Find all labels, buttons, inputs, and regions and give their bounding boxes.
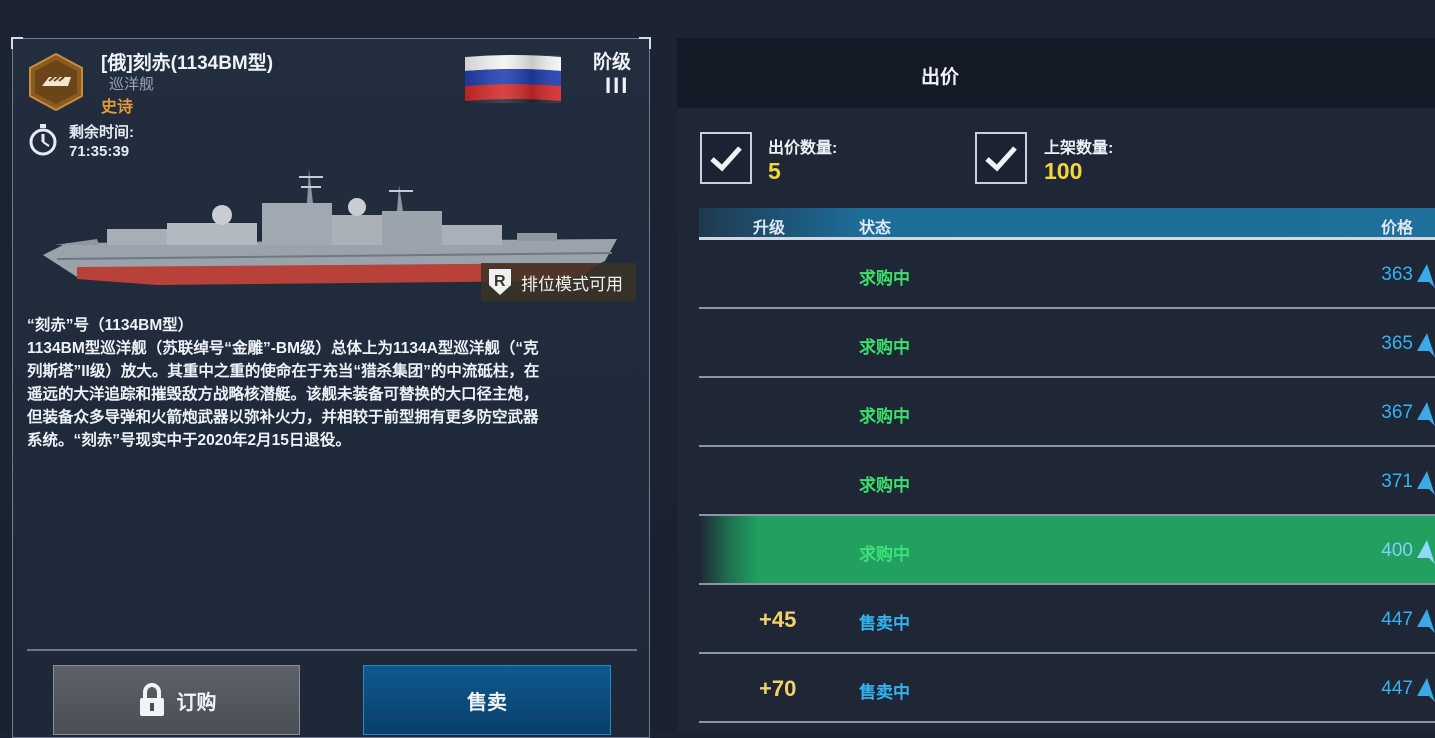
offer-row[interactable]: +45 售卖中 447 — [699, 585, 1435, 654]
ship-info-panel: [俄]刻赤(1134BM型) 巡洋舰 史诗 阶级 III 剩余时间: 71:35… — [11, 37, 651, 738]
offer-row[interactable]: 求购中 367 — [699, 378, 1435, 447]
checkbox-check-icon — [985, 146, 1017, 172]
ranked-mode-label: 排位模式可用 — [521, 274, 623, 294]
stopwatch-icon — [29, 124, 57, 156]
divider — [27, 649, 637, 651]
bid-quantity-label: 出价数量: — [768, 140, 838, 157]
currency-gem-icon — [1417, 264, 1435, 288]
column-header-status: 状态 — [859, 220, 892, 237]
offer-status: 求购中 — [859, 476, 910, 495]
corner-decoration — [11, 37, 23, 49]
ship-class: 巡洋舰 — [109, 76, 155, 93]
offer-price: 363 — [1381, 264, 1413, 285]
currency-gem-icon — [1417, 540, 1435, 564]
tier-value: III — [605, 73, 630, 98]
offer-price: 400 — [1381, 540, 1413, 561]
sell-button[interactable]: 售卖 — [363, 665, 611, 735]
offer-price: 367 — [1381, 402, 1413, 423]
offer-price: 447 — [1381, 609, 1413, 630]
currency-gem-icon — [1417, 609, 1435, 633]
order-button-label: 订购 — [176, 691, 217, 714]
lock-icon — [139, 683, 164, 716]
column-header-price: 价格 — [1380, 220, 1413, 237]
listed-quantity-value: 100 — [1044, 158, 1083, 184]
ranked-r-icon: R — [489, 269, 511, 295]
column-header-upgrade: 升级 — [753, 220, 786, 237]
bid-header: 出价 — [677, 38, 1435, 108]
russia-flag-icon — [465, 55, 561, 103]
remaining-time-value: 71:35:39 — [69, 143, 130, 160]
description-line: 列斯塔”II级）放大。其重中之重的使命在于充当“猎杀集团”的中流砥柱，在 — [27, 363, 540, 380]
currency-gem-icon — [1417, 678, 1435, 702]
offer-upgrade: +70 — [759, 676, 797, 701]
svg-text:R: R — [494, 273, 506, 290]
offer-row[interactable]: +70 售卖中 447 — [699, 654, 1435, 723]
offer-row[interactable]: 求购中 365 — [699, 309, 1435, 378]
offer-price: 371 — [1381, 471, 1413, 492]
ship-name: [俄]刻赤(1134BM型) — [101, 53, 274, 74]
bid-quantity-checkbox[interactable] — [700, 132, 752, 184]
offer-price: 447 — [1381, 678, 1413, 699]
offer-row[interactable]: 求购中 363 — [699, 240, 1435, 309]
description-line: 1134BM型巡洋舰（苏联绰号“金雕”-BM级）总体上为1134A型巡洋舰（“克 — [27, 340, 539, 357]
order-button[interactable]: 订购 — [53, 665, 300, 735]
ranked-mode-badge: R 排位模式可用 — [481, 263, 636, 301]
offer-upgrade: +45 — [759, 607, 797, 632]
description-line: 系统。“刻赤”号现实中于2020年2月15日退役。 — [27, 432, 351, 449]
bid-panel: 出价 出价数量: 5 上架数量: 100 升级 状态 价格 求购中 363 求购中 3… — [677, 38, 1435, 731]
bid-title: 出价 — [921, 67, 960, 88]
currency-gem-icon — [1417, 471, 1435, 495]
currency-gem-icon — [1417, 333, 1435, 357]
listed-quantity-label: 上架数量: — [1044, 140, 1114, 157]
ship-description: “刻赤”号（1134BM型） 1134BM型巡洋舰（苏联绰号“金雕”-BM级）总… — [27, 314, 645, 452]
offer-row[interactable]: 求购中 371 — [699, 447, 1435, 516]
rarity-badge-icon — [29, 53, 83, 111]
currency-gem-icon — [1417, 402, 1435, 426]
offer-row[interactable]: 求购中 400 — [699, 516, 1435, 585]
tier-label: 阶级 — [593, 52, 632, 73]
remaining-time-label: 剩余时间: — [69, 124, 134, 141]
description-line: “刻赤”号（1134BM型） — [27, 317, 194, 334]
ship-rarity: 史诗 — [101, 99, 134, 116]
offer-status: 求购中 — [859, 407, 910, 426]
description-line: 但装备众多导弹和火箭炮武器以弥补火力，并相较于前型拥有更多防空武器 — [27, 409, 539, 426]
description-line: 遥远的大洋追踪和摧毁敌方战略核潜艇。该舰未装备可替换的大口径主炮， — [27, 386, 539, 403]
bid-quantity-value: 5 — [768, 158, 781, 184]
sell-button-label: 售卖 — [467, 691, 507, 714]
offer-price: 365 — [1381, 333, 1413, 354]
checkbox-check-icon — [710, 146, 742, 172]
offer-status: 售卖中 — [859, 614, 910, 633]
table-header: 升级 状态 价格 — [699, 208, 1435, 240]
offer-status: 求购中 — [859, 338, 910, 357]
offer-status: 求购中 — [859, 269, 910, 288]
listed-quantity-checkbox[interactable] — [975, 132, 1027, 184]
offer-status: 售卖中 — [859, 683, 910, 702]
corner-decoration — [639, 37, 651, 49]
offer-status: 求购中 — [859, 545, 910, 564]
